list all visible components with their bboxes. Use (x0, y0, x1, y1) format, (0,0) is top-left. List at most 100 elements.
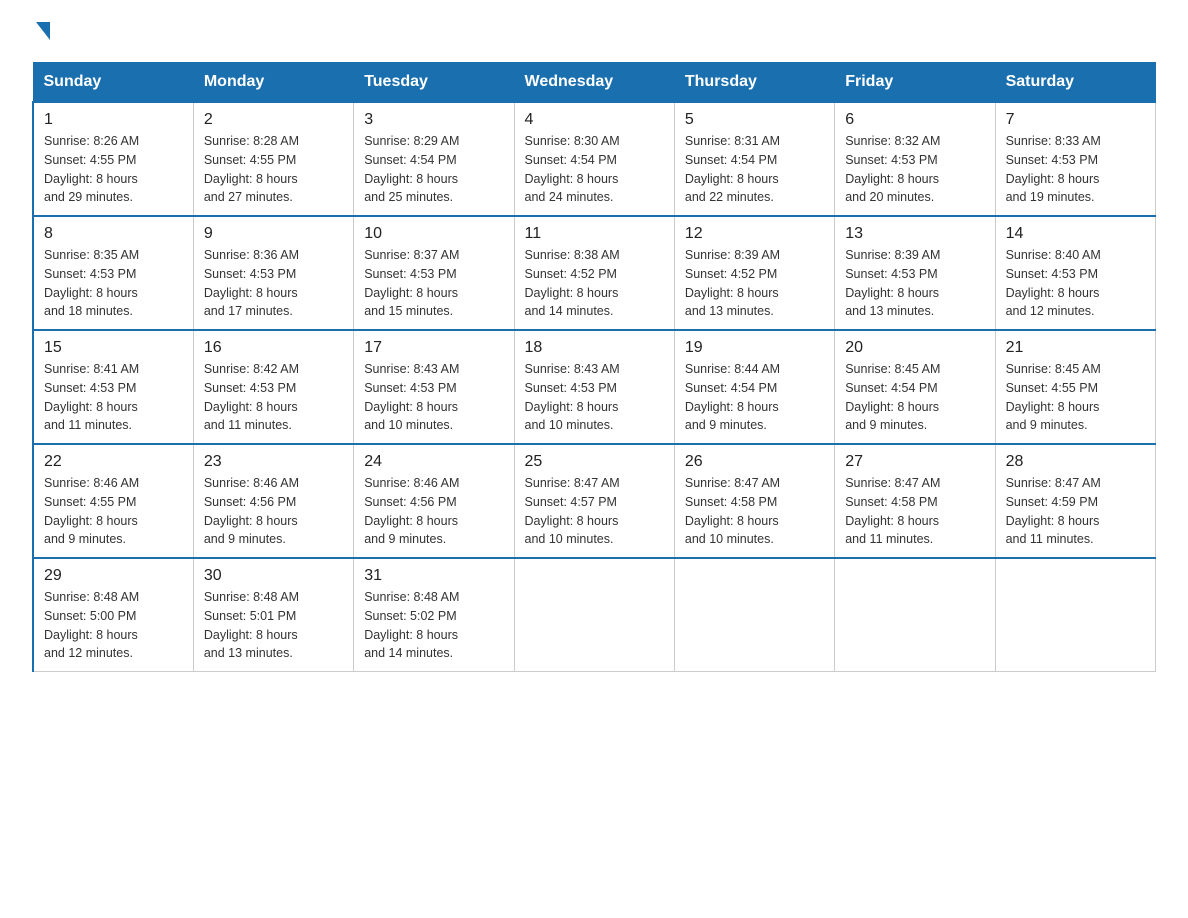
day-number: 13 (845, 225, 984, 243)
day-number: 5 (685, 111, 824, 129)
calendar-cell: 2 Sunrise: 8:28 AMSunset: 4:55 PMDayligh… (193, 102, 353, 216)
header-saturday: Saturday (995, 63, 1155, 103)
day-info: Sunrise: 8:28 AMSunset: 4:55 PMDaylight:… (204, 134, 299, 204)
day-number: 4 (525, 111, 664, 129)
calendar-cell: 26 Sunrise: 8:47 AMSunset: 4:58 PMDaylig… (674, 444, 834, 558)
day-info: Sunrise: 8:47 AMSunset: 4:59 PMDaylight:… (1006, 476, 1101, 546)
day-number: 9 (204, 225, 343, 243)
day-info: Sunrise: 8:40 AMSunset: 4:53 PMDaylight:… (1006, 248, 1101, 318)
calendar-cell: 10 Sunrise: 8:37 AMSunset: 4:53 PMDaylig… (354, 216, 514, 330)
calendar-cell: 23 Sunrise: 8:46 AMSunset: 4:56 PMDaylig… (193, 444, 353, 558)
header-monday: Monday (193, 63, 353, 103)
calendar-cell: 6 Sunrise: 8:32 AMSunset: 4:53 PMDayligh… (835, 102, 995, 216)
day-number: 19 (685, 339, 824, 357)
day-info: Sunrise: 8:48 AMSunset: 5:02 PMDaylight:… (364, 590, 459, 660)
day-number: 25 (525, 453, 664, 471)
day-number: 17 (364, 339, 503, 357)
day-info: Sunrise: 8:26 AMSunset: 4:55 PMDaylight:… (44, 134, 139, 204)
logo-triangle-icon (36, 22, 50, 40)
day-info: Sunrise: 8:47 AMSunset: 4:57 PMDaylight:… (525, 476, 620, 546)
day-info: Sunrise: 8:39 AMSunset: 4:52 PMDaylight:… (685, 248, 780, 318)
day-number: 11 (525, 225, 664, 243)
day-info: Sunrise: 8:48 AMSunset: 5:01 PMDaylight:… (204, 590, 299, 660)
calendar-cell: 3 Sunrise: 8:29 AMSunset: 4:54 PMDayligh… (354, 102, 514, 216)
day-info: Sunrise: 8:33 AMSunset: 4:53 PMDaylight:… (1006, 134, 1101, 204)
day-info: Sunrise: 8:45 AMSunset: 4:54 PMDaylight:… (845, 362, 940, 432)
day-info: Sunrise: 8:30 AMSunset: 4:54 PMDaylight:… (525, 134, 620, 204)
calendar-cell: 1 Sunrise: 8:26 AMSunset: 4:55 PMDayligh… (33, 102, 193, 216)
day-number: 2 (204, 111, 343, 129)
day-info: Sunrise: 8:32 AMSunset: 4:53 PMDaylight:… (845, 134, 940, 204)
header-wednesday: Wednesday (514, 63, 674, 103)
calendar-cell: 14 Sunrise: 8:40 AMSunset: 4:53 PMDaylig… (995, 216, 1155, 330)
week-row-5: 29 Sunrise: 8:48 AMSunset: 5:00 PMDaylig… (33, 558, 1156, 672)
calendar-cell: 31 Sunrise: 8:48 AMSunset: 5:02 PMDaylig… (354, 558, 514, 672)
day-number: 31 (364, 567, 503, 585)
week-row-4: 22 Sunrise: 8:46 AMSunset: 4:55 PMDaylig… (33, 444, 1156, 558)
day-number: 14 (1006, 225, 1145, 243)
calendar-cell: 8 Sunrise: 8:35 AMSunset: 4:53 PMDayligh… (33, 216, 193, 330)
calendar-cell (835, 558, 995, 672)
day-info: Sunrise: 8:43 AMSunset: 4:53 PMDaylight:… (364, 362, 459, 432)
day-number: 8 (44, 225, 183, 243)
day-info: Sunrise: 8:44 AMSunset: 4:54 PMDaylight:… (685, 362, 780, 432)
day-number: 16 (204, 339, 343, 357)
day-info: Sunrise: 8:42 AMSunset: 4:53 PMDaylight:… (204, 362, 299, 432)
week-row-1: 1 Sunrise: 8:26 AMSunset: 4:55 PMDayligh… (33, 102, 1156, 216)
day-info: Sunrise: 8:37 AMSunset: 4:53 PMDaylight:… (364, 248, 459, 318)
calendar-cell (674, 558, 834, 672)
day-number: 30 (204, 567, 343, 585)
calendar-cell: 17 Sunrise: 8:43 AMSunset: 4:53 PMDaylig… (354, 330, 514, 444)
header-friday: Friday (835, 63, 995, 103)
calendar-cell: 7 Sunrise: 8:33 AMSunset: 4:53 PMDayligh… (995, 102, 1155, 216)
day-info: Sunrise: 8:48 AMSunset: 5:00 PMDaylight:… (44, 590, 139, 660)
calendar-cell: 24 Sunrise: 8:46 AMSunset: 4:56 PMDaylig… (354, 444, 514, 558)
day-info: Sunrise: 8:36 AMSunset: 4:53 PMDaylight:… (204, 248, 299, 318)
day-info: Sunrise: 8:43 AMSunset: 4:53 PMDaylight:… (525, 362, 620, 432)
calendar-cell: 25 Sunrise: 8:47 AMSunset: 4:57 PMDaylig… (514, 444, 674, 558)
day-number: 10 (364, 225, 503, 243)
calendar-cell: 30 Sunrise: 8:48 AMSunset: 5:01 PMDaylig… (193, 558, 353, 672)
calendar-cell: 5 Sunrise: 8:31 AMSunset: 4:54 PMDayligh… (674, 102, 834, 216)
calendar-cell: 11 Sunrise: 8:38 AMSunset: 4:52 PMDaylig… (514, 216, 674, 330)
calendar-header-row: SundayMondayTuesdayWednesdayThursdayFrid… (33, 63, 1156, 103)
day-info: Sunrise: 8:38 AMSunset: 4:52 PMDaylight:… (525, 248, 620, 318)
day-number: 28 (1006, 453, 1145, 471)
day-number: 21 (1006, 339, 1145, 357)
header-sunday: Sunday (33, 63, 193, 103)
calendar-cell: 12 Sunrise: 8:39 AMSunset: 4:52 PMDaylig… (674, 216, 834, 330)
calendar-cell: 29 Sunrise: 8:48 AMSunset: 5:00 PMDaylig… (33, 558, 193, 672)
day-number: 1 (44, 111, 183, 129)
calendar-table: SundayMondayTuesdayWednesdayThursdayFrid… (32, 62, 1156, 672)
day-info: Sunrise: 8:41 AMSunset: 4:53 PMDaylight:… (44, 362, 139, 432)
day-number: 15 (44, 339, 183, 357)
calendar-cell: 20 Sunrise: 8:45 AMSunset: 4:54 PMDaylig… (835, 330, 995, 444)
header-thursday: Thursday (674, 63, 834, 103)
calendar-cell: 16 Sunrise: 8:42 AMSunset: 4:53 PMDaylig… (193, 330, 353, 444)
logo-blue-text (32, 24, 50, 42)
calendar-cell: 27 Sunrise: 8:47 AMSunset: 4:58 PMDaylig… (835, 444, 995, 558)
calendar-cell: 18 Sunrise: 8:43 AMSunset: 4:53 PMDaylig… (514, 330, 674, 444)
day-number: 3 (364, 111, 503, 129)
day-number: 26 (685, 453, 824, 471)
day-number: 7 (1006, 111, 1145, 129)
day-info: Sunrise: 8:46 AMSunset: 4:56 PMDaylight:… (204, 476, 299, 546)
calendar-cell (514, 558, 674, 672)
calendar-cell: 21 Sunrise: 8:45 AMSunset: 4:55 PMDaylig… (995, 330, 1155, 444)
header-tuesday: Tuesday (354, 63, 514, 103)
day-info: Sunrise: 8:46 AMSunset: 4:56 PMDaylight:… (364, 476, 459, 546)
calendar-cell: 28 Sunrise: 8:47 AMSunset: 4:59 PMDaylig… (995, 444, 1155, 558)
day-number: 6 (845, 111, 984, 129)
day-number: 20 (845, 339, 984, 357)
day-info: Sunrise: 8:46 AMSunset: 4:55 PMDaylight:… (44, 476, 139, 546)
logo (32, 24, 50, 42)
day-number: 29 (44, 567, 183, 585)
calendar-cell (995, 558, 1155, 672)
day-info: Sunrise: 8:31 AMSunset: 4:54 PMDaylight:… (685, 134, 780, 204)
calendar-cell: 15 Sunrise: 8:41 AMSunset: 4:53 PMDaylig… (33, 330, 193, 444)
calendar-cell: 19 Sunrise: 8:44 AMSunset: 4:54 PMDaylig… (674, 330, 834, 444)
calendar-cell: 9 Sunrise: 8:36 AMSunset: 4:53 PMDayligh… (193, 216, 353, 330)
calendar-cell: 4 Sunrise: 8:30 AMSunset: 4:54 PMDayligh… (514, 102, 674, 216)
calendar-cell: 22 Sunrise: 8:46 AMSunset: 4:55 PMDaylig… (33, 444, 193, 558)
day-number: 23 (204, 453, 343, 471)
